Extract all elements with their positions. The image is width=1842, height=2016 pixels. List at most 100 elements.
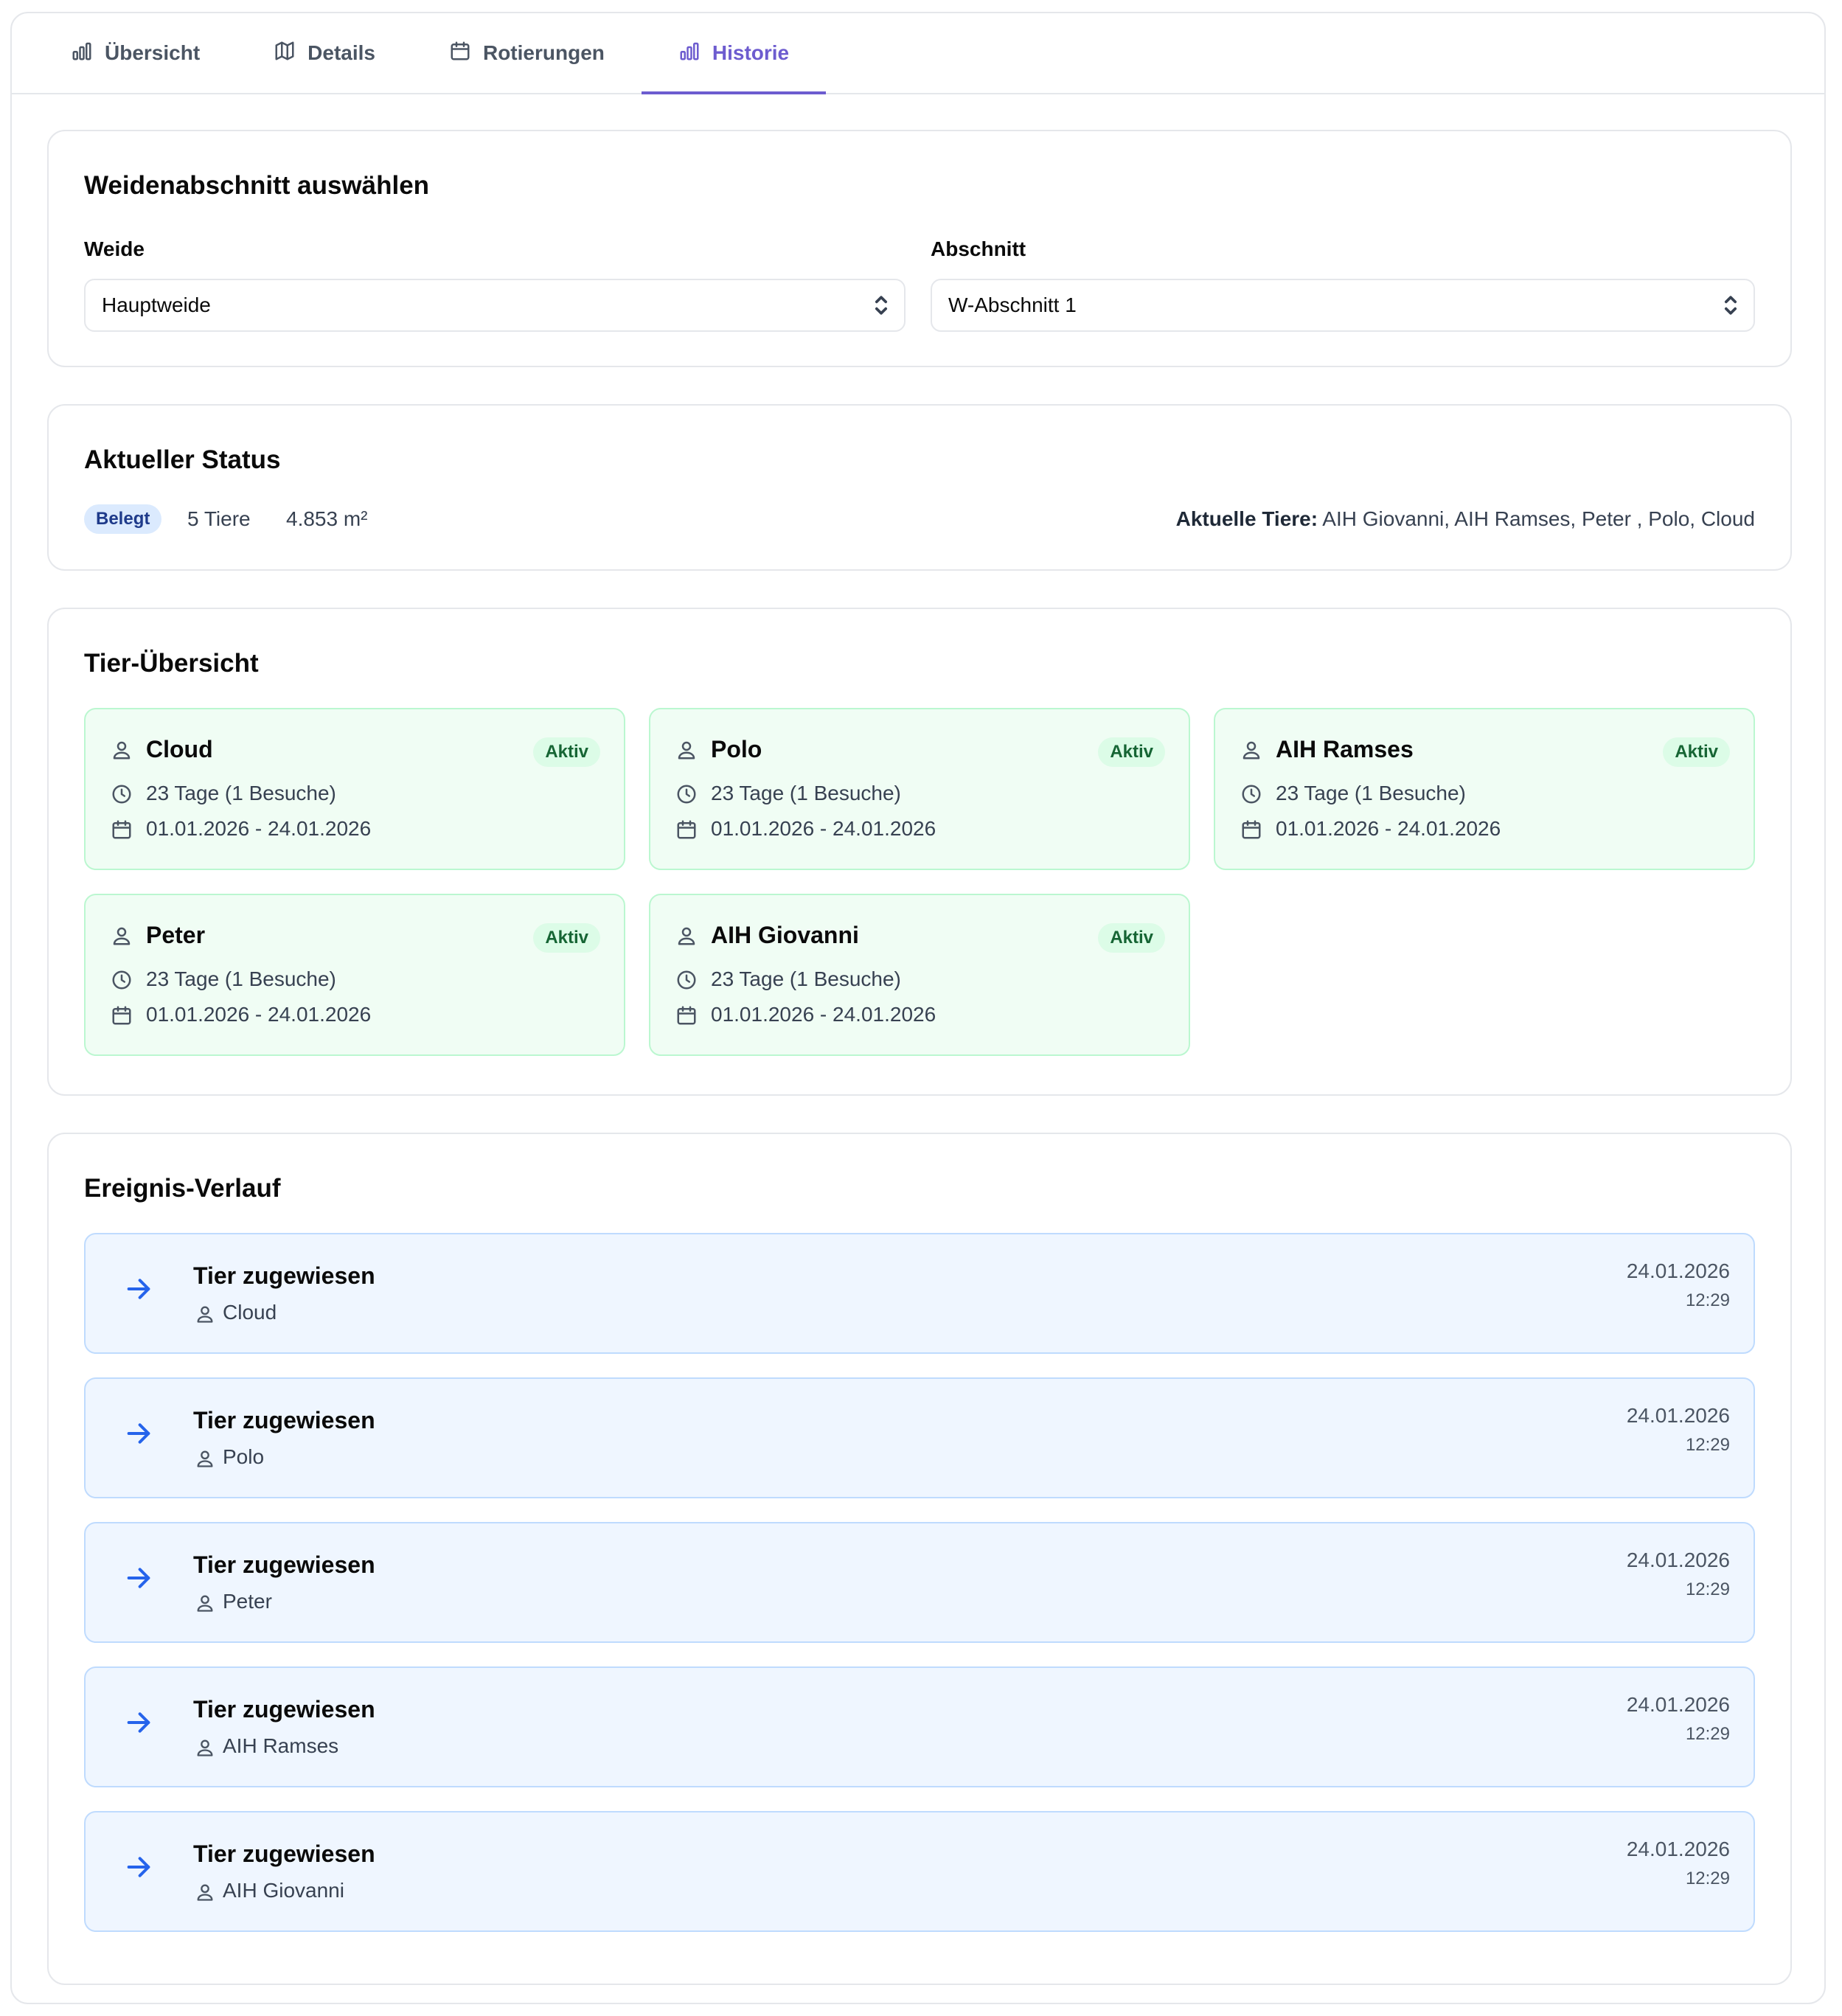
user-icon xyxy=(675,739,698,761)
event-date: 24.01.2026 xyxy=(1626,1259,1730,1282)
tab-label: Historie xyxy=(712,41,790,64)
event-date: 24.01.2026 xyxy=(1626,1693,1730,1716)
section-label: Abschnitt xyxy=(931,237,1026,260)
calendar-icon xyxy=(1240,818,1262,841)
animal-duration: 23 Tage (1 Besuche) xyxy=(146,782,336,804)
card-title: Weidenabschnitt auswählen xyxy=(84,171,430,200)
animal-name: AIH Ramses xyxy=(1276,736,1414,762)
event-time: 12:29 xyxy=(1685,1869,1730,1888)
animal-card[interactable]: Polo Aktiv 23 Tage (1 Besuche) 01.01.2026 -… xyxy=(649,708,1190,870)
calendar-icon xyxy=(111,818,133,841)
chevron-up-down-icon xyxy=(1723,293,1739,318)
tab-rotierungen[interactable]: Rotierungen xyxy=(412,13,642,93)
user-icon xyxy=(195,1737,215,1758)
card-title: Aktueller Status xyxy=(84,445,281,474)
calendar-icon xyxy=(675,1004,698,1026)
clock-icon xyxy=(675,969,698,991)
user-icon xyxy=(1240,739,1262,761)
tab-label: Details xyxy=(307,41,375,64)
event-date: 24.01.2026 xyxy=(1626,1549,1730,1571)
active-badge: Aktiv xyxy=(1098,923,1165,953)
animal-count: 5 Tiere xyxy=(187,507,251,530)
calendar-icon xyxy=(111,1004,133,1026)
event-title: Tier zugewiesen xyxy=(193,1262,375,1289)
user-icon xyxy=(111,925,133,947)
event-animal: AIH Ramses xyxy=(223,1734,339,1757)
user-icon xyxy=(195,1448,215,1469)
animal-period: 01.01.2026 - 24.01.2026 xyxy=(146,1003,372,1026)
status-badge: Belegt xyxy=(84,504,162,534)
area-value: 4.853 m² xyxy=(286,507,368,530)
event-title: Tier zugewiesen xyxy=(193,1696,375,1723)
animal-duration: 23 Tage (1 Besuche) xyxy=(711,967,901,990)
animal-card[interactable]: Peter Aktiv 23 Tage (1 Besuche) 01.01.2026 … xyxy=(84,894,625,1056)
tab-uebersicht[interactable]: Übersicht xyxy=(34,13,237,93)
arrow-right-icon xyxy=(124,1708,153,1737)
pasture-select[interactable]: Hauptweide xyxy=(84,279,906,332)
event-title: Tier zugewiesen xyxy=(193,1841,375,1867)
user-icon xyxy=(195,1882,215,1902)
event-history-card: Ereignis-Verlauf Tier zugewiesen Cloud 24.… xyxy=(47,1133,1792,1985)
animal-card[interactable]: AIH Giovanni Aktiv 23 Tage (1 Besuche) 01.0… xyxy=(649,894,1190,1056)
animal-card[interactable]: AIH Ramses Aktiv 23 Tage (1 Besuche) 01.01.… xyxy=(1214,708,1755,870)
tab-historie[interactable]: Historie xyxy=(641,13,827,94)
animal-period: 01.01.2026 - 24.01.2026 xyxy=(711,817,936,840)
card-title: Ereignis-Verlauf xyxy=(84,1174,281,1203)
clock-icon xyxy=(111,969,133,991)
calendar-icon xyxy=(675,818,698,841)
user-icon xyxy=(195,1593,215,1613)
clock-icon xyxy=(675,783,698,805)
arrow-right-icon xyxy=(124,1563,153,1593)
calendar-icon xyxy=(449,40,471,67)
event-animal: Peter xyxy=(223,1590,272,1613)
clock-icon xyxy=(1240,783,1262,805)
animal-card[interactable]: Cloud Aktiv 23 Tage (1 Besuche) 01.01.2026 … xyxy=(84,708,625,870)
card-title: Tier-Übersicht xyxy=(84,649,259,678)
event-row[interactable]: Tier zugewiesen AIH Giovanni 24.01.2026 12:… xyxy=(84,1811,1755,1932)
animal-name: Polo xyxy=(711,736,762,762)
map-icon xyxy=(274,40,296,67)
animal-duration: 23 Tage (1 Besuche) xyxy=(711,782,901,804)
event-title: Tier zugewiesen xyxy=(193,1551,375,1578)
tab-label: Rotierungen xyxy=(482,41,605,64)
arrow-right-icon xyxy=(124,1852,153,1882)
current-animals-label: Aktuelle Tiere: xyxy=(1175,507,1318,530)
current-animals-list: AIH Giovanni, AIH Ramses, Peter , Polo, … xyxy=(1322,507,1755,530)
animal-name: AIH Giovanni xyxy=(711,922,859,948)
event-animal: Cloud xyxy=(223,1301,277,1324)
event-row[interactable]: Tier zugewiesen Cloud 24.01.2026 12:29 xyxy=(84,1233,1755,1354)
event-title: Tier zugewiesen xyxy=(193,1407,375,1433)
event-animal: AIH Giovanni xyxy=(223,1879,344,1902)
animal-name: Peter xyxy=(146,922,206,948)
user-icon xyxy=(111,739,133,761)
event-row[interactable]: Tier zugewiesen Polo 24.01.2026 12:29 xyxy=(84,1377,1755,1498)
section-select-card: Weidenabschnitt auswählen Weide Hauptwei… xyxy=(47,130,1792,367)
active-badge: Aktiv xyxy=(533,737,600,767)
event-time: 12:29 xyxy=(1685,1435,1730,1455)
tab-details[interactable]: Details xyxy=(237,13,412,93)
animal-duration: 23 Tage (1 Besuche) xyxy=(1276,782,1466,804)
arrow-right-icon xyxy=(124,1274,153,1304)
event-date: 24.01.2026 xyxy=(1626,1838,1730,1860)
pasture-select-value: Hauptweide xyxy=(102,293,211,316)
history-panel: Übersicht Details Rotierungen Historie W… xyxy=(10,12,1826,2004)
user-icon xyxy=(675,925,698,947)
event-row[interactable]: Tier zugewiesen AIH Ramses 24.01.2026 12:29 xyxy=(84,1666,1755,1787)
animal-period: 01.01.2026 - 24.01.2026 xyxy=(146,817,372,840)
event-time: 12:29 xyxy=(1685,1579,1730,1599)
active-badge: Aktiv xyxy=(1098,737,1165,767)
section-select[interactable]: W-Abschnitt 1 xyxy=(931,279,1755,332)
active-badge: Aktiv xyxy=(533,923,600,953)
arrow-right-icon xyxy=(124,1419,153,1448)
animal-overview-card: Tier-Übersicht Cloud Aktiv 23 Tage (1 Besu… xyxy=(47,608,1792,1096)
bar-chart-icon xyxy=(678,40,701,67)
active-badge: Aktiv xyxy=(1663,737,1730,767)
animal-name: Cloud xyxy=(146,736,213,762)
animal-period: 01.01.2026 - 24.01.2026 xyxy=(711,1003,936,1026)
bar-chart-icon xyxy=(71,40,93,67)
event-date: 24.01.2026 xyxy=(1626,1404,1730,1427)
clock-icon xyxy=(111,783,133,805)
chevron-up-down-icon xyxy=(873,293,889,318)
tab-bar: Übersicht Details Rotierungen Historie xyxy=(12,13,1824,94)
event-row[interactable]: Tier zugewiesen Peter 24.01.2026 12:29 xyxy=(84,1522,1755,1643)
